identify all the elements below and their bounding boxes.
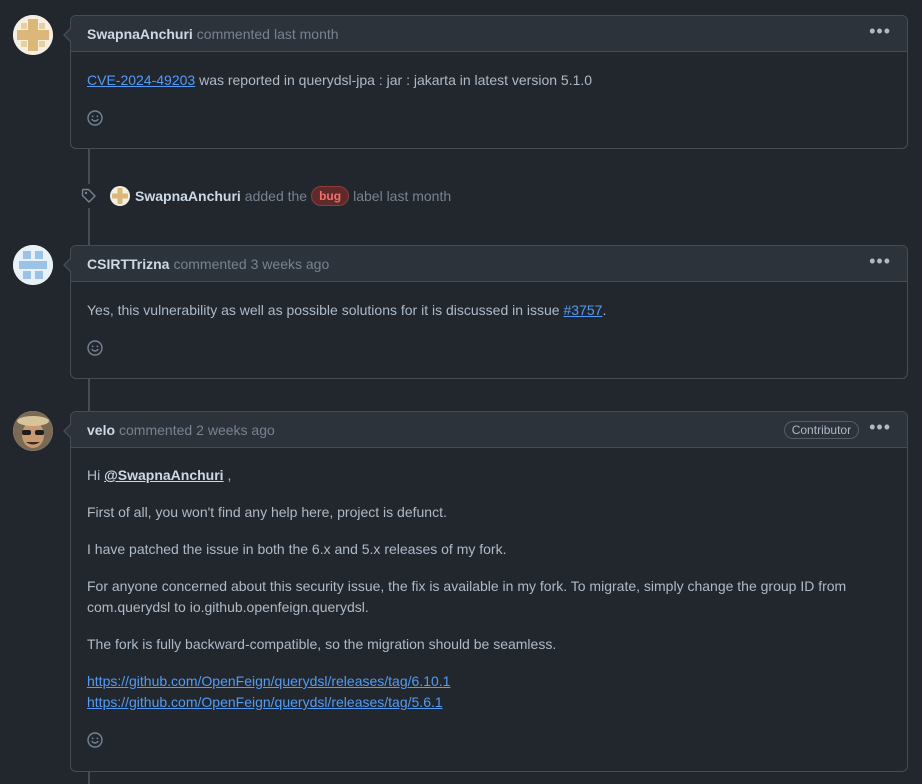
greeting-tail: , xyxy=(223,467,232,483)
comment-author[interactable]: velo xyxy=(87,422,115,438)
comment-action: commented xyxy=(196,25,270,42)
comment-body: Yes, this vulnerability as well as possi… xyxy=(71,282,907,360)
event-actor[interactable]: SwapnaAnchuri xyxy=(135,188,241,204)
more-options-icon[interactable]: ••• xyxy=(869,252,891,276)
velo-avatar-icon[interactable] xyxy=(13,411,53,451)
event-text-after: label last month xyxy=(353,188,452,204)
comment-text-tail: . xyxy=(602,302,607,318)
comment-author[interactable]: CSIRTTrizna xyxy=(87,256,169,272)
label-event: SwapnaAnchuri added the bug label last m… xyxy=(78,184,451,208)
add-reaction-button[interactable] xyxy=(83,106,107,130)
comment-header: velo commented 2 weeks ago Contributor •… xyxy=(71,412,907,448)
comment-time[interactable]: 3 weeks ago xyxy=(251,256,330,272)
comment-swapna: SwapnaAnchuri commented last month ••• C… xyxy=(63,15,908,149)
paragraph: The fork is fully backward-compatible, s… xyxy=(87,636,557,652)
comment-velo: velo commented 2 weeks ago Contributor •… xyxy=(63,411,908,772)
timeline-line xyxy=(88,208,90,246)
swapna-mini-avatar-icon[interactable] xyxy=(110,186,130,206)
bug-label[interactable]: bug xyxy=(311,186,350,206)
comment-text: Yes, this vulnerability as well as possi… xyxy=(87,302,564,318)
comment-header: SwapnaAnchuri commented last month ••• xyxy=(71,16,907,52)
comment-action: commented xyxy=(173,255,247,272)
add-reaction-button[interactable] xyxy=(83,728,107,752)
paragraph: I have patched the issue in both the 6.x… xyxy=(87,541,507,557)
comment-author[interactable]: SwapnaAnchuri xyxy=(87,26,193,42)
event-text: added the xyxy=(244,188,308,204)
timeline-line xyxy=(88,771,90,784)
comment-time[interactable]: last month xyxy=(274,26,339,42)
comment-body: Hi @SwapnaAnchuri , First of all, you wo… xyxy=(71,448,907,752)
release-link-6-10-1[interactable]: https://github.com/OpenFeign/querydsl/re… xyxy=(87,673,450,689)
timeline-line xyxy=(88,148,90,184)
greeting-text: Hi xyxy=(87,467,105,483)
csirt-avatar-icon[interactable] xyxy=(13,245,53,285)
release-link-5-6-1[interactable]: https://github.com/OpenFeign/querydsl/re… xyxy=(87,694,443,710)
smiley-icon xyxy=(87,340,103,356)
timeline-line xyxy=(88,378,90,412)
more-options-icon[interactable]: ••• xyxy=(869,22,891,46)
paragraph: First of all, you won't find any help he… xyxy=(87,504,447,520)
user-mention[interactable]: @SwapnaAnchuri xyxy=(104,467,223,483)
comment-text: was reported in querydsl-jpa : jar : jak… xyxy=(195,72,593,88)
comment-time[interactable]: 2 weeks ago xyxy=(196,422,275,438)
smiley-icon xyxy=(87,110,103,126)
comment-body: CVE-2024-49203 was reported in querydsl-… xyxy=(71,52,907,130)
contributor-badge: Contributor xyxy=(783,420,860,439)
comment-csirt: CSIRTTrizna commented 3 weeks ago ••• Ye… xyxy=(63,245,908,379)
comment-header: CSIRTTrizna commented 3 weeks ago ••• xyxy=(71,246,907,282)
tag-icon xyxy=(78,185,100,207)
add-reaction-button[interactable] xyxy=(83,336,107,360)
issue-link[interactable]: #3757 xyxy=(564,302,603,318)
comment-action: commented xyxy=(119,421,193,438)
swapna-avatar-icon[interactable] xyxy=(13,15,53,55)
more-options-icon[interactable]: ••• xyxy=(869,418,891,442)
smiley-icon xyxy=(87,732,103,748)
paragraph: For anyone concerned about this security… xyxy=(87,578,847,615)
cve-link[interactable]: CVE-2024-49203 xyxy=(87,72,195,88)
